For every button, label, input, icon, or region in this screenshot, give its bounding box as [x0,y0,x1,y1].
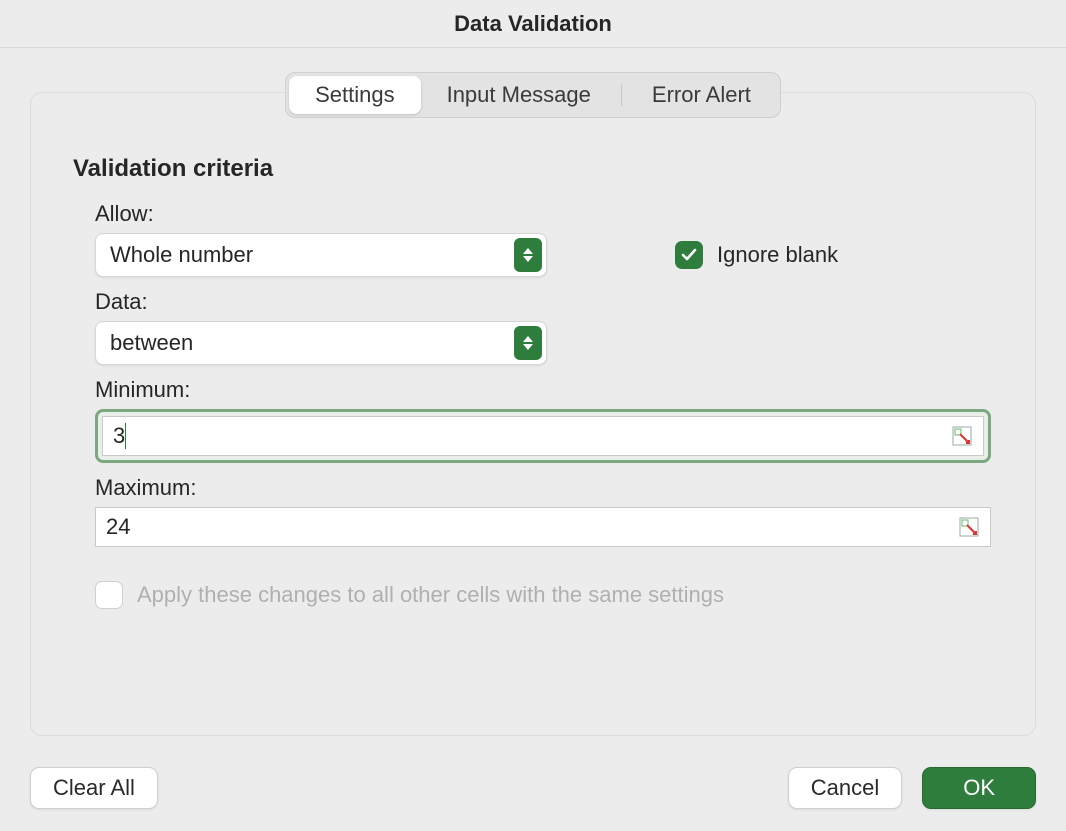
checkmark-icon [675,241,703,269]
minimum-field-wrap: 3 [95,409,991,463]
tab-error-alert[interactable]: Error Alert [626,76,777,114]
cancel-label: Cancel [811,775,879,801]
maximum-field-wrap: 24 [95,507,991,547]
section-heading-text: Validation criteria [73,155,273,182]
dialog-title: Data Validation [0,0,1066,48]
tab-bar: Settings Input Message Error Alert [285,72,781,118]
data-select-value: between [110,330,193,356]
apply-to-all-label: Apply these changes to all other cells w… [137,582,724,608]
updown-icon [514,326,542,360]
minimum-value: 3 [113,423,125,449]
text-caret [125,423,126,449]
clear-all-label: Clear All [53,775,135,801]
allow-label-text: Allow: [95,201,154,226]
checkbox-empty-icon [95,581,123,609]
range-picker-icon[interactable] [951,425,973,447]
maximum-value: 24 [106,514,130,540]
tab-input-message[interactable]: Input Message [421,76,617,114]
tab-settings[interactable]: Settings [289,76,421,114]
maximum-label-text: Maximum: [95,475,196,500]
data-label: Data: [73,289,993,315]
cancel-button[interactable]: Cancel [788,767,902,809]
allow-select-value: Whole number [110,242,253,268]
tab-error-alert-label: Error Alert [652,82,751,107]
maximum-input[interactable]: 24 [95,507,991,547]
dialog-footer: Clear All Cancel OK [30,767,1036,809]
data-label-text: Data: [95,289,148,314]
ok-label: OK [963,775,995,801]
range-picker-icon[interactable] [958,516,980,538]
tab-input-message-label: Input Message [447,82,591,107]
minimum-input[interactable]: 3 [102,416,984,456]
dialog-title-text: Data Validation [454,11,612,37]
maximum-label: Maximum: [73,475,993,501]
ok-button[interactable]: OK [922,767,1036,809]
minimum-label: Minimum: [73,377,993,403]
allow-label: Allow: [73,201,993,227]
apply-to-all-checkbox[interactable]: Apply these changes to all other cells w… [73,581,993,609]
allow-select[interactable]: Whole number [95,233,547,277]
ignore-blank-checkbox[interactable]: Ignore blank [675,241,838,269]
clear-all-button[interactable]: Clear All [30,767,158,809]
data-select[interactable]: between [95,321,547,365]
ignore-blank-label: Ignore blank [717,242,838,268]
data-validation-dialog: Settings Input Message Error Alert Valid… [0,48,1066,831]
tab-settings-label: Settings [315,82,395,107]
settings-panel: Validation criteria Allow: Whole number … [30,92,1036,736]
tab-separator [621,84,622,106]
section-heading: Validation criteria [73,155,993,183]
updown-icon [514,238,542,272]
minimum-label-text: Minimum: [95,377,190,402]
